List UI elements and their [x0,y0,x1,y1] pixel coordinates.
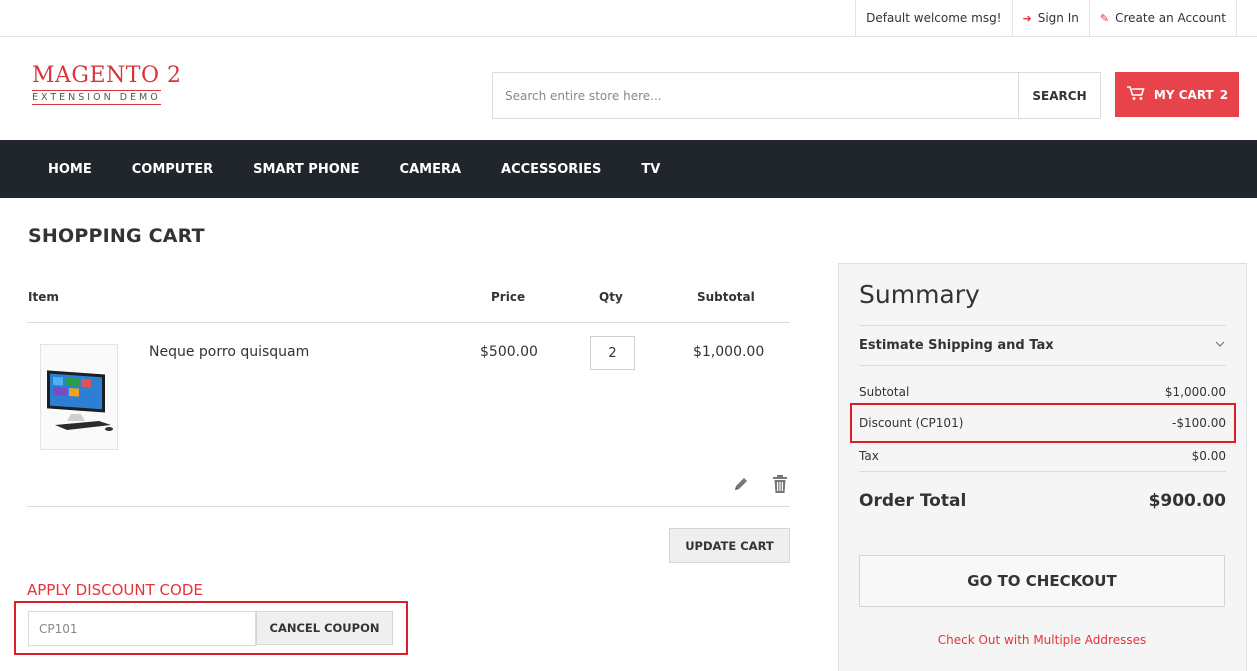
estimate-shipping-label: Estimate Shipping and Tax [859,338,1054,353]
tax-label: Tax [859,449,879,463]
column-header-qty: Qty [599,290,623,304]
nav-item-smart-phone[interactable]: SMART PHONE [233,140,379,198]
product-subtotal: $1,000.00 [693,344,765,360]
quantity-input[interactable] [590,336,635,370]
multiple-addresses-link[interactable]: Check Out with Multiple Addresses [859,633,1225,647]
mini-cart-button[interactable]: MY CART 2 [1115,72,1239,117]
top-links-bar: Default welcome msg! ➜ Sign In ✎ Create … [0,0,1257,37]
go-to-checkout-button[interactable]: GO TO CHECKOUT [859,555,1225,607]
pencil-icon [735,478,747,490]
discount-section-title[interactable]: APPLY DISCOUNT CODE [27,581,203,599]
computer-image-icon [47,370,113,431]
product-thumbnail[interactable] [40,344,118,450]
chevron-down-icon [1214,338,1226,353]
create-account-label: Create an Account [1115,11,1226,25]
column-header-price: Price [491,290,526,304]
product-price: $500.00 [480,344,538,360]
trash-icon [773,475,787,493]
sign-in-link[interactable]: ➜ Sign In [1011,0,1089,36]
search-input[interactable] [493,73,1018,118]
page-title: SHOPPING CART [28,225,205,247]
sign-in-label: Sign In [1037,11,1079,25]
search-bar: SEARCH [492,72,1101,119]
delete-item-icon[interactable] [772,474,788,494]
table-footer-divider [27,506,790,507]
cart-icon [1126,85,1146,105]
order-total-row: Order Total $900.00 [859,491,1226,511]
summary-discount-row: Discount (CP101) -$100.00 [859,416,1226,430]
store-logo[interactable]: MAGENTO 2 EXTENSION DEMO [32,64,192,105]
create-account-link[interactable]: ✎ Create an Account [1088,0,1237,36]
welcome-message: Default welcome msg! [855,0,1011,36]
top-links: Default welcome msg! ➜ Sign In ✎ Create … [855,0,1237,36]
product-name-link[interactable]: Neque porro quisquam [149,344,309,360]
edit-account-icon: ✎ [1099,11,1110,25]
nav-item-accessories[interactable]: ACCESSORIES [481,140,621,198]
nav-item-tv[interactable]: TV [621,140,680,198]
column-header-item: Item [28,290,59,304]
table-header-divider [27,322,790,323]
welcome-text: Default welcome msg! [866,11,1002,25]
nav-item-camera[interactable]: CAMERA [380,140,482,198]
cart-count: 2 [1219,87,1229,102]
summary-divider-1 [859,325,1226,326]
estimate-shipping-toggle[interactable]: Estimate Shipping and Tax [859,338,1226,353]
edit-item-icon[interactable] [733,476,749,492]
order-total-label: Order Total [859,491,967,511]
update-cart-button[interactable]: UPDATE CART [669,528,790,563]
logo-title: MAGENTO 2 [32,63,182,88]
cart-label: MY CART [1153,87,1214,102]
search-button[interactable]: SEARCH [1018,73,1100,118]
discount-value: -$100.00 [1172,416,1226,430]
subtotal-label: Subtotal [859,385,910,399]
cancel-coupon-button[interactable]: CANCEL COUPON [256,611,393,645]
discount-code-input[interactable]: CP101 [28,611,256,646]
discount-code-value: CP101 [39,621,78,636]
summary-subtotal-row: Subtotal $1,000.00 [859,385,1226,399]
summary-divider-2 [859,365,1226,366]
summary-divider-3 [859,471,1226,472]
subtotal-value: $1,000.00 [1164,385,1226,399]
order-total-value: $900.00 [1148,491,1226,511]
nav-item-home[interactable]: HOME [28,140,112,198]
logo-subtitle: EXTENSION DEMO [32,90,161,105]
nav-item-computer[interactable]: COMPUTER [112,140,233,198]
summary-title: Summary [859,280,980,309]
sign-in-icon: ➜ [1022,11,1032,25]
main-navigation: HOME COMPUTER SMART PHONE CAMERA ACCESSO… [0,140,1257,198]
tax-value: $0.00 [1191,449,1226,463]
cart-icon-svg [1126,85,1145,100]
summary-tax-row: Tax $0.00 [859,449,1226,463]
column-header-subtotal: Subtotal [697,290,755,304]
discount-label: Discount (CP101) [859,416,964,430]
